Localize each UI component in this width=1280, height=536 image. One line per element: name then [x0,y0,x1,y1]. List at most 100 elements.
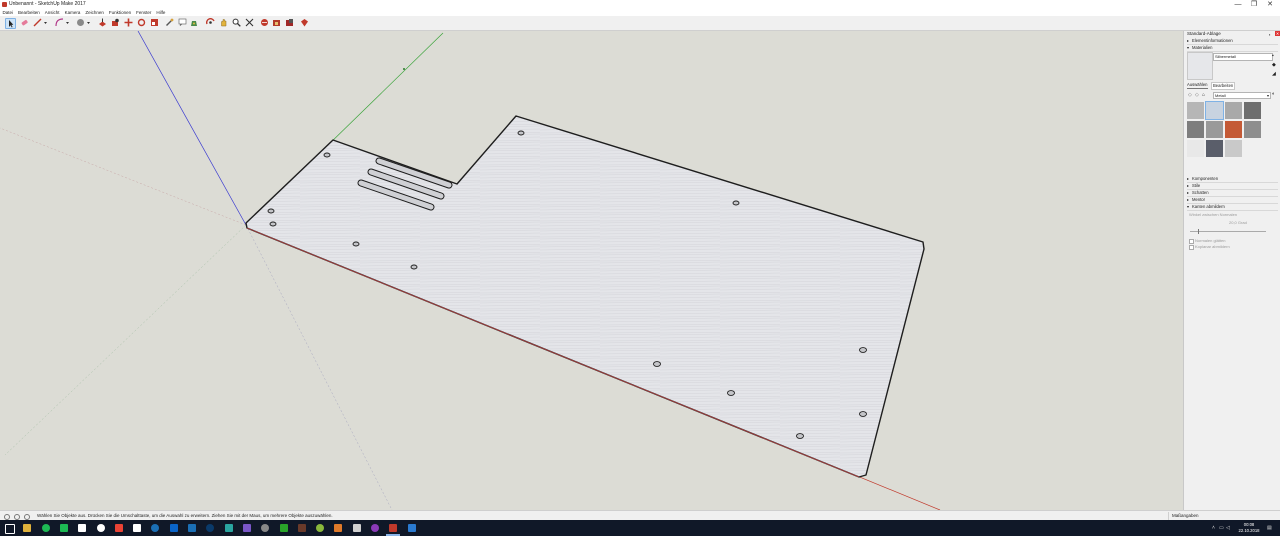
section-components[interactable]: ▸ Komponenten [1187,176,1278,183]
taskbar-sketchup-icon[interactable] [389,524,398,532]
taskbar-app-4-icon[interactable] [334,524,343,532]
taskbar-mail-icon[interactable] [188,524,196,532]
material-swatch[interactable] [1205,101,1224,120]
taskbar-app-3-icon[interactable] [316,524,325,532]
taskbar-explorer-icon[interactable] [23,524,32,532]
orbit-tool-icon[interactable] [206,18,215,27]
eraser-tool-icon[interactable] [20,18,29,27]
material-swatch[interactable] [1187,121,1204,138]
taskbar-chrome-icon[interactable] [114,524,123,532]
section-soften-edges[interactable]: ▾ Kanten abmildern [1187,204,1278,211]
home-icon[interactable]: ⌂ [1202,92,1205,98]
taskbar-app-5-icon[interactable] [371,524,379,532]
default-material-icon[interactable]: ◢ [1272,71,1276,77]
minimize-button[interactable]: — [1230,0,1246,9]
taskbar-start-icon[interactable] [5,524,15,534]
maximize-button[interactable]: ❐ [1246,0,1262,9]
extension-warehouse-icon[interactable] [285,18,294,27]
material-name-field[interactable]: Silbermetall [1213,53,1273,61]
taskbar-store-icon[interactable] [133,524,142,532]
menu-ansicht[interactable]: Ansicht [42,9,62,16]
taskbar-spotify-icon[interactable] [41,524,50,532]
warehouse-icon[interactable] [272,18,281,27]
menu-funktionen[interactable]: Funktionen [106,9,133,16]
material-swatch[interactable] [1225,102,1242,119]
zoom-tool-icon[interactable] [232,18,241,27]
material-swatch[interactable] [1225,140,1242,157]
back-arrow-icon[interactable]: ◇ [1188,92,1192,98]
taskbar-obs-icon[interactable] [352,524,361,532]
line-tool-icon[interactable] [33,18,42,27]
soften-coplanar-checkbox[interactable] [1189,245,1194,250]
scale-tool-icon[interactable] [150,18,159,27]
section-shadows[interactable]: ▸ Schatten [1187,190,1278,197]
menu-datei[interactable]: Datei [0,9,16,16]
select-tool-icon[interactable] [5,18,16,29]
section-entity-info[interactable]: ▸ Elementinformationen [1187,38,1278,45]
followme-tool-icon[interactable] [111,18,120,27]
ruby-console-icon[interactable] [300,18,309,27]
material-swatch[interactable] [1206,121,1223,138]
section-styles[interactable]: ▸ Stile [1187,183,1278,190]
network-icon[interactable]: ▭ [1219,525,1224,531]
material-swatch[interactable] [1187,140,1204,157]
metal-plate[interactable] [245,115,925,478]
slider-thumb[interactable] [1198,229,1199,234]
taskbar-visual-studio-icon[interactable] [242,524,251,532]
smooth-normals-checkbox[interactable] [1189,239,1194,244]
tray-close-icon[interactable]: ✕ [1275,31,1280,36]
menu-bearbeiten[interactable]: Bearbeiten [16,9,43,16]
menu-zeichnen[interactable]: Zeichnen [83,9,107,16]
menu-fenster[interactable]: Fenster [134,9,154,16]
taskbar-app-6-icon[interactable] [407,524,416,532]
tab-select[interactable]: Auswählen [1187,82,1208,89]
tape-measure-icon[interactable] [165,18,174,27]
taskbar-calculator-icon[interactable] [261,524,270,532]
volume-icon[interactable]: ◁ [1226,525,1230,531]
shape-tool-icon[interactable] [76,18,85,27]
angle-slider[interactable] [1190,229,1266,234]
taskbar-file-manager-icon[interactable] [78,524,87,532]
rotate-tool-icon[interactable] [137,18,146,27]
library-select[interactable]: Metall ▾ [1213,92,1271,99]
section-instructor[interactable]: ▸ Mentor [1187,197,1278,204]
line-dropdown-icon[interactable] [43,18,48,27]
material-swatch[interactable] [1225,121,1242,138]
forward-arrow-icon[interactable]: ◇ [1195,92,1199,98]
move-tool-icon[interactable] [124,18,133,27]
taskbar-app-2-icon[interactable] [297,524,306,532]
material-swatch[interactable] [1206,140,1223,157]
taskbar-outlook-icon[interactable] [169,524,178,532]
pin-icon[interactable]: ▪ [1269,32,1270,37]
material-swatch[interactable] [1187,102,1204,119]
components-icon[interactable] [260,18,269,27]
pan-tool-icon[interactable] [219,18,228,27]
taskbar-spotify2-icon[interactable] [59,524,68,532]
pushpull-tool-icon[interactable] [98,18,107,27]
show-hidden-icons-icon[interactable]: ˄ [1212,525,1215,531]
menu-kamera[interactable]: Kamera [62,9,83,16]
model-viewport[interactable] [0,31,1183,510]
section-materials[interactable]: ▾ Materialien [1187,45,1278,52]
zoom-extents-icon[interactable] [245,18,254,27]
taskbar-arduino-icon[interactable] [224,524,233,532]
close-button[interactable]: ✕ [1262,0,1278,9]
shape-dropdown-icon[interactable] [86,18,91,27]
paint-bucket-icon[interactable] [190,18,199,27]
tab-edit[interactable]: Bearbeiten [1211,82,1236,90]
notifications-icon[interactable]: ▤ [1267,525,1272,531]
taskbar-steam-icon[interactable] [151,524,160,532]
taskbar-app-1-icon[interactable] [279,524,288,532]
arc-dropdown-icon[interactable] [65,18,70,27]
details-icon[interactable]: ◐ [1272,91,1275,97]
taskbar-notepad-icon[interactable] [96,524,105,532]
material-swatch[interactable] [1244,121,1261,138]
taskbar-clock[interactable]: 00:08 22.10.2018 [1236,522,1262,533]
text-tool-icon[interactable] [178,18,187,27]
material-swatch[interactable] [1244,102,1261,119]
taskbar-steam2-icon[interactable] [206,524,215,532]
measurements-box[interactable]: Maßangaben [1168,512,1280,520]
display-secondary-icon[interactable]: ▪ [1272,53,1274,59]
arc-tool-icon[interactable] [55,18,64,27]
create-material-icon[interactable]: ◆ [1272,62,1276,68]
